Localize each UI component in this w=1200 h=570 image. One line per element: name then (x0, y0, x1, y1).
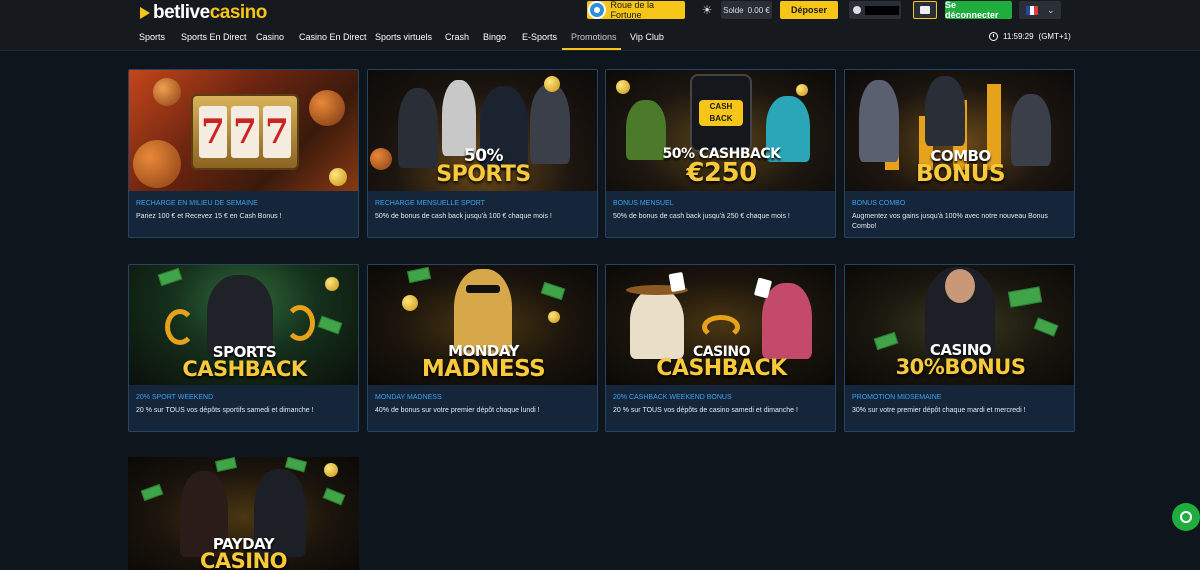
promo-title: 20% CASHBACK WEEKEND BONUS (613, 394, 732, 401)
top-bar: betlive casino Roue de la Fortune ☀ Solde… (0, 0, 1200, 27)
user-icon (853, 6, 861, 14)
nav-casino-live[interactable]: Casino En Direct (299, 32, 367, 42)
language-selector[interactable]: ⌄ (1019, 1, 1061, 19)
promo-title: 20% SPORT WEEKEND (136, 394, 214, 401)
promo-card-combo-bonus[interactable]: COMBO BONUS BONUS COMBO Augmentez vos ga… (844, 69, 1075, 238)
promo-card-sport-weekend[interactable]: SPORTS CASHBACK 20% SPORT WEEKEND 20 % s… (128, 264, 359, 432)
promo-title: PROMOTION MIDSEMAINE (852, 394, 942, 401)
promo-description: 30% sur votre premier dépôt chaque mardi… (852, 407, 1026, 414)
promo-description: Augmentez vos gains jusqu'à 100% avec no… (852, 213, 1048, 230)
logout-button[interactable]: Se déconnecter (945, 0, 1012, 20)
chevron-down-icon: ⌄ (1047, 4, 1055, 15)
nav-bingo[interactable]: Bingo (483, 32, 506, 42)
clock-timezone: (GMT+1) (1038, 32, 1071, 41)
promo-description: 20 % sur TOUS vos dépôts sportifs samedi… (136, 407, 314, 414)
promo-description: 50% de bonus de cash back jusqu'à 100 € … (375, 213, 552, 220)
promo-headline-bottom: BONUS (915, 161, 1006, 187)
promo-description: 40% de bonus sur votre premier dépôt cha… (375, 407, 540, 414)
messages-button[interactable] (913, 1, 937, 19)
balance-label: Solde (723, 5, 744, 15)
promo-banner-image: PAYDAY CASINO (128, 457, 359, 570)
promo-card-monthly-bonus[interactable]: CASH BACK 50% CASHBACK €250 BONUS MENSUEL… (605, 69, 836, 238)
username-redacted (865, 5, 899, 15)
balance-display: Solde 0.00 € (721, 1, 772, 19)
logo[interactable]: betlive casino (140, 2, 267, 23)
promo-description: 20 % sur TOUS vos dépôts de casino samed… (613, 407, 798, 414)
promo-headline-bottom: €250 (686, 158, 757, 188)
promo-banner-image: CASH BACK 50% CASHBACK €250 (606, 70, 835, 191)
promo-banner-image: SPORTS CASHBACK (129, 265, 358, 385)
promo-card-monthly-sport[interactable]: 50% SPORTS RECHARGE MENSUELLE SPORT 50% … (367, 69, 598, 238)
promo-banner-image: CASINO 30%BONUS (845, 265, 1074, 385)
promo-headline-bottom: MADNESS (421, 356, 546, 382)
nav-crash[interactable]: Crash (445, 32, 469, 42)
inbox-icon (920, 6, 930, 14)
wheel-of-fortune-button[interactable]: Roue de la Fortune (587, 0, 685, 20)
nav-sports[interactable]: Sports (139, 32, 165, 42)
promo-title: BONUS MENSUEL (613, 200, 674, 207)
promo-title: RECHARGE MENSUELLE SPORT (375, 200, 485, 207)
active-tab-indicator (562, 48, 621, 50)
promo-title: RECHARGE EN MILIEU DE SEMAINE (136, 200, 258, 207)
promo-headline-bottom: SPORTS (436, 162, 531, 187)
nav-sports-live[interactable]: Sports En Direct (181, 32, 247, 42)
promo-headline-bottom: CASHBACK (656, 356, 787, 381)
deposit-button[interactable]: Déposer (780, 1, 838, 19)
user-account-button[interactable] (849, 1, 901, 19)
promo-banner-image: CASINO CASHBACK (606, 265, 835, 385)
nav-esports[interactable]: E-Sports (522, 32, 557, 42)
nav-virtual-sports[interactable]: Sports virtuels (375, 32, 432, 42)
live-chat-button[interactable] (1172, 503, 1200, 531)
promo-banner-image: COMBO BONUS (845, 70, 1074, 191)
promo-banner-image: MONDAY MADNESS (368, 265, 597, 385)
promo-card-midweek-reload[interactable]: 7 7 7 RECHARGE EN MILIEU DE SEMAINE Pari… (128, 69, 359, 238)
nav-promotions[interactable]: Promotions (571, 32, 617, 42)
promo-description: Pariez 100 € et Recevez 15 € en Cash Bon… (136, 213, 282, 220)
french-flag-icon (1026, 5, 1038, 15)
promo-description: 50% de bonus de cash back jusqu'à 250 € … (613, 213, 790, 220)
promo-headline-bottom: CASINO (199, 549, 288, 570)
chat-icon (1180, 511, 1192, 523)
wheel-icon (588, 1, 606, 19)
promo-headline-bottom: CASHBACK (182, 357, 307, 381)
promo-card-monday-madness[interactable]: MONDAY MADNESS MONDAY MADNESS 40% de bon… (367, 264, 598, 432)
main-nav: Sports Sports En Direct Casino Casino En… (0, 27, 1200, 51)
theme-toggle-icon[interactable]: ☀ (701, 4, 713, 16)
promo-banner-image: 7 7 7 (129, 70, 358, 191)
clock-icon (989, 32, 998, 41)
nav-casino[interactable]: Casino (256, 32, 284, 42)
promo-title: BONUS COMBO (852, 200, 906, 207)
promo-card-payday-casino[interactable]: PAYDAY CASINO (128, 457, 359, 570)
nav-vip-club[interactable]: Vip Club (630, 32, 664, 42)
promo-banner-image: 50% SPORTS (368, 70, 597, 191)
wheel-label: Roue de la Fortune (610, 0, 655, 20)
logo-play-icon (140, 7, 150, 19)
promo-title: MONDAY MADNESS (375, 394, 442, 401)
balance-value: 0.00 € (747, 5, 770, 15)
promo-card-casino-cashback-weekend[interactable]: CASINO CASHBACK 20% CASHBACK WEEKEND BON… (605, 264, 836, 432)
clock: 11:59:29 (GMT+1) (989, 32, 1071, 41)
clock-time: 11:59:29 (1003, 32, 1034, 41)
promo-card-midweek-promotion[interactable]: CASINO 30%BONUS PROMOTION MIDSEMAINE 30%… (844, 264, 1075, 432)
promo-headline-bottom: 30%BONUS (895, 355, 1026, 379)
